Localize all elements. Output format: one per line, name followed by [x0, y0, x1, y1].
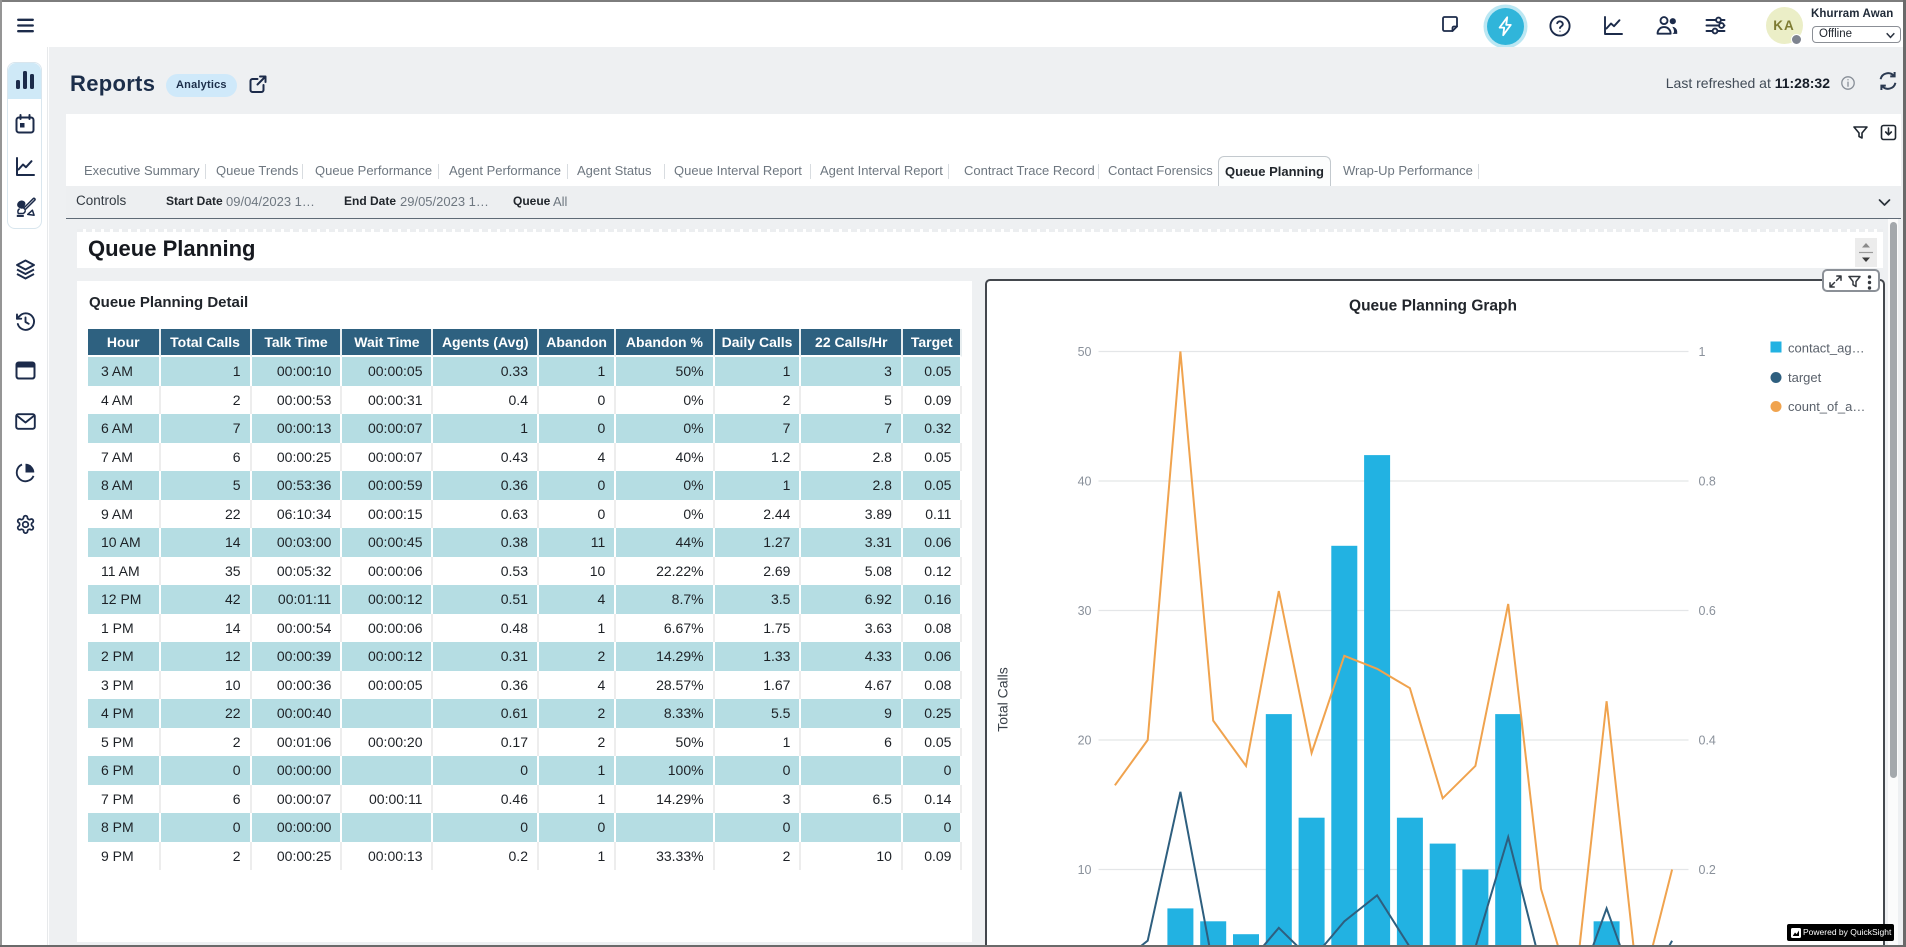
svg-text:0.6: 0.6 — [1698, 604, 1715, 618]
svg-text:Queue Planning Graph: Queue Planning Graph — [1349, 297, 1517, 314]
svg-text:0.8: 0.8 — [1698, 474, 1715, 488]
svg-text:40: 40 — [1077, 474, 1091, 488]
svg-text:1: 1 — [1698, 345, 1705, 359]
svg-text:count_of_a…: count_of_a… — [1788, 399, 1865, 414]
svg-text:20: 20 — [1077, 733, 1091, 747]
svg-text:0.2: 0.2 — [1698, 863, 1715, 877]
svg-text:Total Calls: Total Calls — [994, 667, 1010, 732]
svg-text:contact_ag…: contact_ag… — [1788, 340, 1865, 355]
svg-text:50: 50 — [1077, 345, 1091, 359]
svg-text:30: 30 — [1077, 604, 1091, 618]
svg-text:0.4: 0.4 — [1698, 733, 1715, 747]
svg-text:10: 10 — [1077, 863, 1091, 877]
svg-text:target: target — [1788, 370, 1822, 385]
